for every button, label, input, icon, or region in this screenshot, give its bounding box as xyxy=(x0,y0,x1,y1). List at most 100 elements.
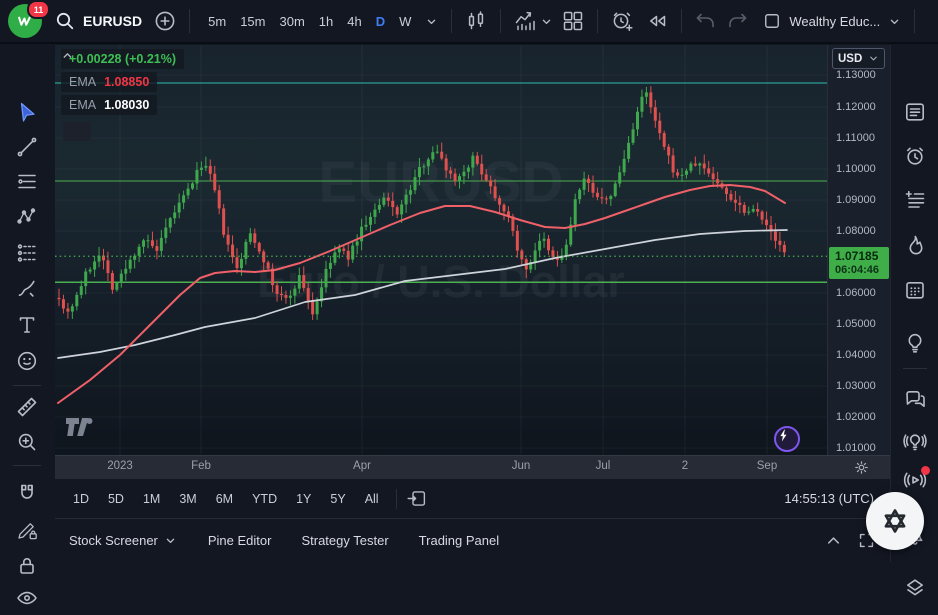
tool-xabcd-pattern-icon[interactable] xyxy=(15,205,39,229)
tool-magnet-icon[interactable] xyxy=(15,481,39,505)
undo-icon[interactable] xyxy=(694,9,718,33)
interval-button-4h[interactable]: 4h xyxy=(341,11,367,32)
symbol-name: EURUSD xyxy=(83,13,142,29)
tool-cursor-icon[interactable] xyxy=(15,100,39,124)
axis-settings-gear-icon[interactable] xyxy=(853,459,870,476)
widget-alerts-icon[interactable] xyxy=(903,144,927,168)
range-button-YTD[interactable]: YTD xyxy=(244,488,285,510)
tool-trendline-icon[interactable] xyxy=(15,135,39,159)
tab-label: Stock Screener xyxy=(69,533,158,548)
tab-trading-panel[interactable]: Trading Panel xyxy=(419,533,499,548)
tab-strategy-tester[interactable]: Strategy Tester xyxy=(301,533,388,548)
currency-label: USD xyxy=(838,53,862,65)
indicator-value: 1.08850 xyxy=(104,75,149,89)
interval-button-W[interactable]: W xyxy=(393,11,417,32)
panel-chevron-up-icon[interactable] xyxy=(824,531,843,550)
tool-draw-lock-icon[interactable] xyxy=(15,518,39,542)
time-tick-Feb: Feb xyxy=(191,460,211,472)
price-axis[interactable]: USD 1.130001.120001.110001.100001.090001… xyxy=(827,45,890,455)
divider xyxy=(681,9,682,33)
divider xyxy=(13,385,41,386)
price-tick: 1.04000 xyxy=(836,349,876,361)
account-menu[interactable]: Wealthy Educ... xyxy=(762,11,902,31)
interval-button-15m[interactable]: 15m xyxy=(234,11,271,32)
chevron-down-icon xyxy=(163,533,178,548)
tool-lock-all-icon[interactable] xyxy=(15,554,39,578)
tool-forecast-icon[interactable] xyxy=(15,241,39,265)
compare-add-icon[interactable] xyxy=(153,9,177,33)
price-tick: 1.12000 xyxy=(836,101,876,113)
tool-hide-all-icon[interactable] xyxy=(15,586,39,610)
widget-streams-icon[interactable] xyxy=(903,468,927,492)
range-button-1M[interactable]: 1M xyxy=(135,488,168,510)
divider xyxy=(396,489,397,509)
chart-type-candles-icon[interactable] xyxy=(464,9,488,33)
widget-ideas-icon[interactable] xyxy=(903,330,927,354)
interval-buttons: 5m15m30m1h4hDW xyxy=(202,11,417,32)
price-tick: 1.06000 xyxy=(836,287,876,299)
price-tick: 1.10000 xyxy=(836,163,876,175)
interval-button-D[interactable]: D xyxy=(370,11,391,32)
date-range-bar: 1D5D1M3M6MYTD1Y5YAll 14:55:13 (UTC) xyxy=(55,478,890,518)
legend-row-ema-1[interactable]: EMA1.08030 xyxy=(61,95,157,115)
time-axis[interactable]: 2023FebAprJunJul2Sep xyxy=(55,455,890,478)
time-tick-Jul: Jul xyxy=(596,460,611,472)
divider xyxy=(597,9,598,33)
currency-dropdown[interactable]: USD xyxy=(832,48,885,69)
tool-text-icon[interactable] xyxy=(15,313,39,337)
bar-countdown: 06:04:46 xyxy=(835,263,889,277)
tab-pine-editor[interactable]: Pine Editor xyxy=(208,533,272,548)
interval-chevron-down-icon[interactable] xyxy=(424,14,439,29)
range-button-All[interactable]: All xyxy=(357,488,387,510)
chart-pane[interactable]: EURUSD Euro / U.S. Dollar +0.00228 (+0.2… xyxy=(55,45,827,455)
tab-stock-screener[interactable]: Stock Screener xyxy=(69,533,178,548)
notification-count-badge: 11 xyxy=(27,0,50,19)
range-button-3M[interactable]: 3M xyxy=(171,488,204,510)
utc-clock[interactable]: 14:55:13 (UTC) xyxy=(784,491,880,506)
tool-brush-icon[interactable] xyxy=(15,277,39,301)
tool-ruler-icon[interactable] xyxy=(15,395,39,419)
bar-replay-icon[interactable] xyxy=(645,9,669,33)
time-tick-Jun: Jun xyxy=(512,460,531,472)
app-logo[interactable]: 11 xyxy=(8,4,42,38)
layout-grid-icon[interactable] xyxy=(561,9,585,33)
divider xyxy=(13,465,41,466)
legend-row-ema-0[interactable]: EMA 1.08850 xyxy=(61,72,157,92)
widget-live-ideas-icon[interactable] xyxy=(903,429,927,453)
tab-label: Trading Panel xyxy=(419,533,499,548)
alert-add-icon[interactable] xyxy=(610,9,634,33)
tool-emoji-icon[interactable] xyxy=(15,349,39,373)
price-tick: 1.11000 xyxy=(836,132,875,144)
divider xyxy=(903,368,927,369)
interval-button-5m[interactable]: 5m xyxy=(202,11,232,32)
tool-fib-retracement-icon[interactable] xyxy=(15,170,39,194)
indicators-button[interactable] xyxy=(513,9,554,33)
interval-button-30m[interactable]: 30m xyxy=(273,11,310,32)
chevron-down-icon xyxy=(539,14,554,29)
range-button-1Y[interactable]: 1Y xyxy=(288,488,319,510)
tool-zoom-in-icon[interactable] xyxy=(15,430,39,454)
redo-icon[interactable] xyxy=(725,9,749,33)
range-button-1D[interactable]: 1D xyxy=(65,488,97,510)
range-button-5D[interactable]: 5D xyxy=(100,488,132,510)
go-to-date-icon[interactable] xyxy=(406,488,427,509)
widget-watchlist-icon[interactable] xyxy=(903,100,927,124)
tradingview-logo-icon[interactable] xyxy=(65,416,103,438)
drawing-toolbar xyxy=(0,45,56,562)
price-tick: 1.09000 xyxy=(836,194,876,206)
range-button-6M[interactable]: 6M xyxy=(208,488,241,510)
chatgpt-assistant-button[interactable] xyxy=(866,492,924,550)
widget-chat-icon[interactable] xyxy=(903,387,927,411)
legend-collapse-button[interactable] xyxy=(63,122,91,141)
widget-calendar-icon[interactable] xyxy=(903,278,927,302)
widget-hotlists-icon[interactable] xyxy=(903,233,927,257)
interval-button-1h[interactable]: 1h xyxy=(313,11,339,32)
widget-notes-icon[interactable] xyxy=(903,188,927,212)
lightning-boost-button[interactable] xyxy=(774,426,800,452)
range-button-5Y[interactable]: 5Y xyxy=(322,488,353,510)
widget-layers-icon[interactable] xyxy=(903,576,927,600)
lightning-icon xyxy=(776,428,791,443)
chevron-down-icon xyxy=(868,53,879,64)
symbol-search[interactable]: EURUSD xyxy=(49,9,146,33)
indicator-label: EMA xyxy=(69,75,96,89)
